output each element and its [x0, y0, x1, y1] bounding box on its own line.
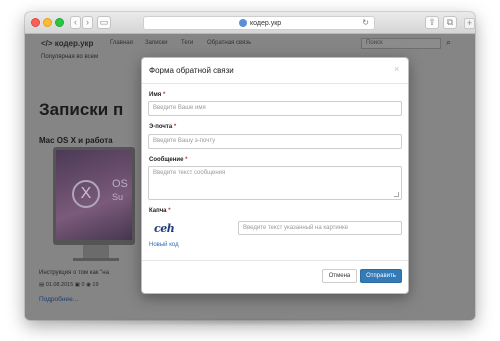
back-button[interactable]: ‹: [70, 16, 81, 29]
new-code-link[interactable]: Новый код: [149, 242, 179, 248]
nav-item-feedback[interactable]: Обратная связь: [207, 40, 251, 46]
address-bar[interactable]: кодер.укр ↻: [143, 16, 375, 30]
name-field[interactable]: Введите Ваше имя: [148, 101, 402, 116]
sidebar-toggle-button[interactable]: ▭: [97, 16, 111, 29]
captcha-placeholder: Введите текст указанный на картинке: [243, 225, 349, 231]
captcha-image: ceh: [154, 222, 175, 235]
nav-item-home[interactable]: Главная: [110, 40, 133, 46]
page-title: Записки п: [39, 100, 124, 119]
tabs-overview-button[interactable]: ⧉: [443, 16, 457, 29]
name-label: Имя *: [149, 92, 165, 98]
read-more-link[interactable]: Подробнее...: [39, 296, 78, 303]
captcha-field[interactable]: Введите текст указанный на картинке: [238, 221, 402, 235]
window-shadow: [30, 318, 470, 326]
modal-title: Форма обратной связи: [149, 66, 234, 75]
nav-item-notes[interactable]: Записки: [145, 40, 168, 46]
browser-window: ‹ › ▭ кодер.укр ↻ ⇪ ⧉ </> кодер.укр Глав…: [25, 12, 475, 320]
minimize-window-button[interactable]: [43, 18, 52, 27]
monitor-screen: X OS Su: [56, 150, 132, 240]
close-window-button[interactable]: [31, 18, 40, 27]
zoom-window-button[interactable]: [55, 18, 64, 27]
right-edge: +: [462, 14, 476, 314]
required-mark: *: [173, 124, 177, 130]
site-logo[interactable]: </> кодер.укр: [41, 39, 93, 48]
post-meta: ▤ 01.08.2015 ▣ 0 ◉ 19: [39, 282, 99, 288]
modal-header: Форма обратной связи ×: [142, 58, 408, 84]
message-label-text: Сообщение: [149, 157, 184, 163]
name-placeholder: Введите Ваше имя: [153, 105, 206, 111]
close-icon[interactable]: ×: [394, 64, 399, 74]
resize-grip-icon[interactable]: [394, 192, 399, 197]
search-icon[interactable]: ⌕: [446, 37, 451, 48]
monitor-stand-base: [73, 258, 119, 261]
globe-icon: [239, 19, 247, 27]
monitor-stand: [83, 245, 109, 259]
email-field[interactable]: Введите Вашу э-почту: [148, 134, 402, 149]
post-title[interactable]: Mac OS X и работа: [39, 136, 113, 145]
share-button[interactable]: ⇪: [425, 16, 439, 29]
osx-logo: X: [72, 180, 100, 208]
address-url: кодер.укр: [250, 20, 282, 27]
post-excerpt: Инструкция о том как "на: [39, 270, 109, 276]
message-placeholder: Введите текст сообщения: [153, 170, 226, 176]
screen-text-su: Su: [112, 192, 124, 202]
send-button[interactable]: Отправить: [360, 269, 402, 283]
reload-icon[interactable]: ↻: [362, 17, 369, 29]
email-label: Э-почта *: [149, 124, 176, 130]
site-search-input[interactable]: Поиск: [361, 38, 441, 49]
nav-item-tags[interactable]: Теги: [181, 40, 193, 46]
captcha-label-text: Капча: [149, 208, 167, 214]
captcha-label: Капча *: [149, 208, 171, 214]
feedback-modal: Форма обратной связи × Имя * Введите Ваш…: [141, 57, 409, 294]
popular-line: Популярная во всем: [41, 54, 99, 60]
screen-text-os: OS: [112, 178, 128, 190]
message-label: Сообщение *: [149, 157, 187, 163]
email-label-text: Э-почта: [149, 124, 173, 130]
required-mark: *: [162, 92, 166, 98]
message-textarea[interactable]: Введите текст сообщения: [148, 166, 402, 200]
required-mark: *: [168, 208, 171, 214]
new-tab-button[interactable]: +: [464, 18, 475, 29]
browser-titlebar: ‹ › ▭ кодер.укр ↻ ⇪ ⧉: [25, 12, 475, 34]
forward-button[interactable]: ›: [82, 16, 93, 29]
name-label-text: Имя: [149, 92, 162, 98]
cancel-button[interactable]: Отмена: [322, 269, 357, 283]
post-image-monitor: X OS Su: [53, 147, 135, 245]
email-placeholder: Введите Вашу э-почту: [153, 138, 216, 144]
required-mark: *: [185, 157, 188, 163]
modal-footer: [142, 260, 408, 261]
